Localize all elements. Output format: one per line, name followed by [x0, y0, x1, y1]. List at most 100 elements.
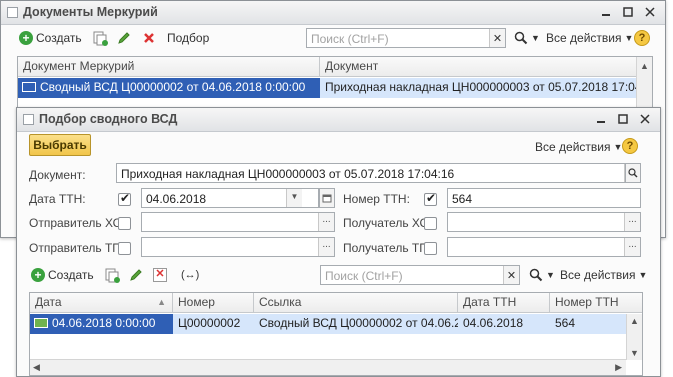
- scroll-left-icon[interactable]: ◀: [33, 362, 40, 373]
- close-icon[interactable]: [641, 3, 659, 21]
- scroll-up-icon[interactable]: ▲: [630, 316, 639, 326]
- open-search-icon[interactable]: [625, 163, 641, 183]
- ttn-date-checkbox[interactable]: ✔: [118, 191, 131, 206]
- column-header[interactable]: Номер: [173, 293, 254, 313]
- receiver-tp-field[interactable]: ...: [447, 237, 641, 257]
- receiver-hs-field[interactable]: ...: [447, 212, 641, 232]
- sender-hs-field[interactable]: ...: [141, 212, 335, 232]
- ttn-number-label: Номер ТТН:: [343, 192, 410, 206]
- create-button[interactable]: + Создать: [31, 266, 94, 284]
- select-dots-icon[interactable]: ...: [318, 213, 334, 231]
- scroll-right-icon[interactable]: ▶: [615, 362, 622, 373]
- sort-icon: ▲: [157, 297, 166, 307]
- table-row[interactable]: 04.06.2018 0:00:00 Ц00000002 Сводный ВСД…: [30, 314, 628, 334]
- scroll-up-icon[interactable]: ▲: [640, 61, 649, 71]
- edit-icon[interactable]: [117, 29, 131, 47]
- column-header[interactable]: Дата ТТН: [458, 293, 550, 313]
- table-header: Дата ▲ Номер Ссылка Дата ТТН Номер ТТН: [30, 293, 642, 313]
- dropdown-arrow-icon: ▼: [546, 270, 555, 280]
- column-header[interactable]: Документ: [320, 57, 638, 77]
- minimize-icon[interactable]: [597, 3, 615, 21]
- edit-icon[interactable]: [129, 266, 143, 284]
- column-header-label: Дата: [35, 295, 62, 309]
- receiver-hs-checkbox[interactable]: [424, 217, 437, 230]
- link-icon[interactable]: (↔): [181, 266, 199, 284]
- sender-tp-field[interactable]: ...: [141, 237, 335, 257]
- ttn-number-field[interactable]: 564: [447, 188, 641, 208]
- all-actions-label: Все действия: [546, 31, 622, 45]
- scroll-down-icon[interactable]: ▼: [630, 348, 639, 358]
- add-icon: +: [31, 268, 45, 282]
- select-dots-icon[interactable]: ...: [318, 238, 334, 256]
- document-field[interactable]: Приходная накладная ЦН000000003 от 05.07…: [116, 163, 641, 183]
- column-header[interactable]: Документ Меркурий: [18, 57, 320, 77]
- delete-icon[interactable]: ✕: [153, 266, 167, 284]
- sender-tp-checkbox[interactable]: [118, 242, 131, 255]
- date-value: 04.06.2018 0:00:00: [52, 316, 156, 330]
- window-icon: [7, 7, 18, 18]
- ttn-number-checkbox[interactable]: ✔: [424, 191, 437, 206]
- create-button[interactable]: + Создать: [19, 29, 82, 47]
- clear-search-icon[interactable]: ✕: [503, 266, 519, 284]
- receiver-tp-label: Получатель ТП:: [343, 241, 432, 255]
- column-header[interactable]: Номер ТТН: [550, 293, 628, 313]
- ttn-number-value: 564: [452, 192, 473, 206]
- document-icon: [34, 318, 48, 328]
- sender-hs-checkbox[interactable]: [118, 217, 131, 230]
- checkmark-icon: ✔: [120, 191, 131, 205]
- create-label: Создать: [36, 31, 82, 45]
- checkmark-icon: ✔: [426, 191, 437, 205]
- table-cell: 04.06.2018 0:00:00: [30, 314, 173, 334]
- close-icon[interactable]: [636, 110, 654, 128]
- help-icon[interactable]: ?: [634, 29, 650, 47]
- dropdown-arrow-icon[interactable]: ▼: [286, 189, 302, 207]
- all-actions-menu[interactable]: Все действия ▼: [546, 29, 633, 47]
- ttn-date-value: 04.06.2018: [146, 192, 207, 206]
- search-placeholder: Поиск (Ctrl+F): [325, 269, 403, 283]
- calendar-icon[interactable]: [319, 188, 335, 208]
- clear-search-icon[interactable]: ✕: [489, 29, 505, 47]
- copy-icon[interactable]: [92, 29, 108, 47]
- select-dots-icon[interactable]: ...: [624, 238, 640, 256]
- column-header[interactable]: Дата ▲: [30, 293, 173, 313]
- all-actions-menu[interactable]: Все действия ▼: [535, 138, 622, 156]
- document-label: Документ:: [29, 168, 86, 182]
- column-header[interactable]: Ссылка: [254, 293, 458, 313]
- bg-toolbar: + Создать Подбор Поиск (Ctrl+F) ✕ ▼ Все …: [1, 25, 665, 51]
- sender-hs-label: Отправитель ХС:: [29, 216, 125, 230]
- search-options-button[interactable]: ▼: [529, 266, 555, 284]
- vertical-scrollbar[interactable]: ▲ ▼: [626, 314, 642, 360]
- receiver-tp-checkbox[interactable]: [424, 242, 437, 255]
- search-options-button[interactable]: ▼: [514, 29, 540, 47]
- fg-toolbar: + Создать ✕ (↔) Поиск (Ctrl+F) ✕ ▼ Все д…: [17, 262, 660, 288]
- dropdown-arrow-icon: ▼: [531, 33, 540, 43]
- vsd-table[interactable]: Дата ▲ Номер Ссылка Дата ТТН Номер ТТН 0…: [29, 292, 643, 376]
- help-icon[interactable]: ?: [622, 137, 638, 155]
- minimize-icon[interactable]: [592, 110, 610, 128]
- search-input[interactable]: Поиск (Ctrl+F) ✕: [306, 28, 506, 48]
- horizontal-scrollbar[interactable]: ◀ ▶: [30, 359, 626, 375]
- titlebar: Подбор сводного ВСД: [17, 108, 660, 132]
- table-cell: 04.06.2018: [458, 314, 550, 334]
- pick-button[interactable]: Подбор: [167, 29, 209, 47]
- add-icon: +: [19, 31, 33, 45]
- dropdown-arrow-icon: ▼: [624, 33, 634, 43]
- maximize-icon[interactable]: [619, 3, 637, 21]
- search-icon: [514, 31, 528, 45]
- all-actions-menu[interactable]: Все действия ▼: [560, 266, 647, 284]
- maximize-icon[interactable]: [614, 110, 632, 128]
- copy-icon[interactable]: [104, 266, 120, 284]
- ttn-date-field[interactable]: 04.06.2018 ▼: [141, 188, 319, 208]
- mercury-doc-value: Сводный ВСД Ц00000002 от 04.06.2018 0:00…: [40, 80, 306, 94]
- dropdown-arrow-icon: ▼: [638, 270, 648, 280]
- pick-label: Подбор: [167, 31, 210, 45]
- document-value: Приходная накладная ЦН000000003 от 05.07…: [121, 167, 455, 181]
- select-dots-icon[interactable]: ...: [624, 213, 640, 231]
- window-icon: [23, 114, 34, 125]
- select-button[interactable]: Выбрать: [29, 134, 91, 156]
- table-row[interactable]: Сводный ВСД Ц00000002 от 04.06.2018 0:00…: [18, 78, 638, 98]
- all-actions-label: Все действия: [560, 268, 636, 282]
- delete-icon[interactable]: [143, 29, 155, 47]
- search-input[interactable]: Поиск (Ctrl+F) ✕: [320, 265, 520, 285]
- search-icon: [529, 268, 543, 282]
